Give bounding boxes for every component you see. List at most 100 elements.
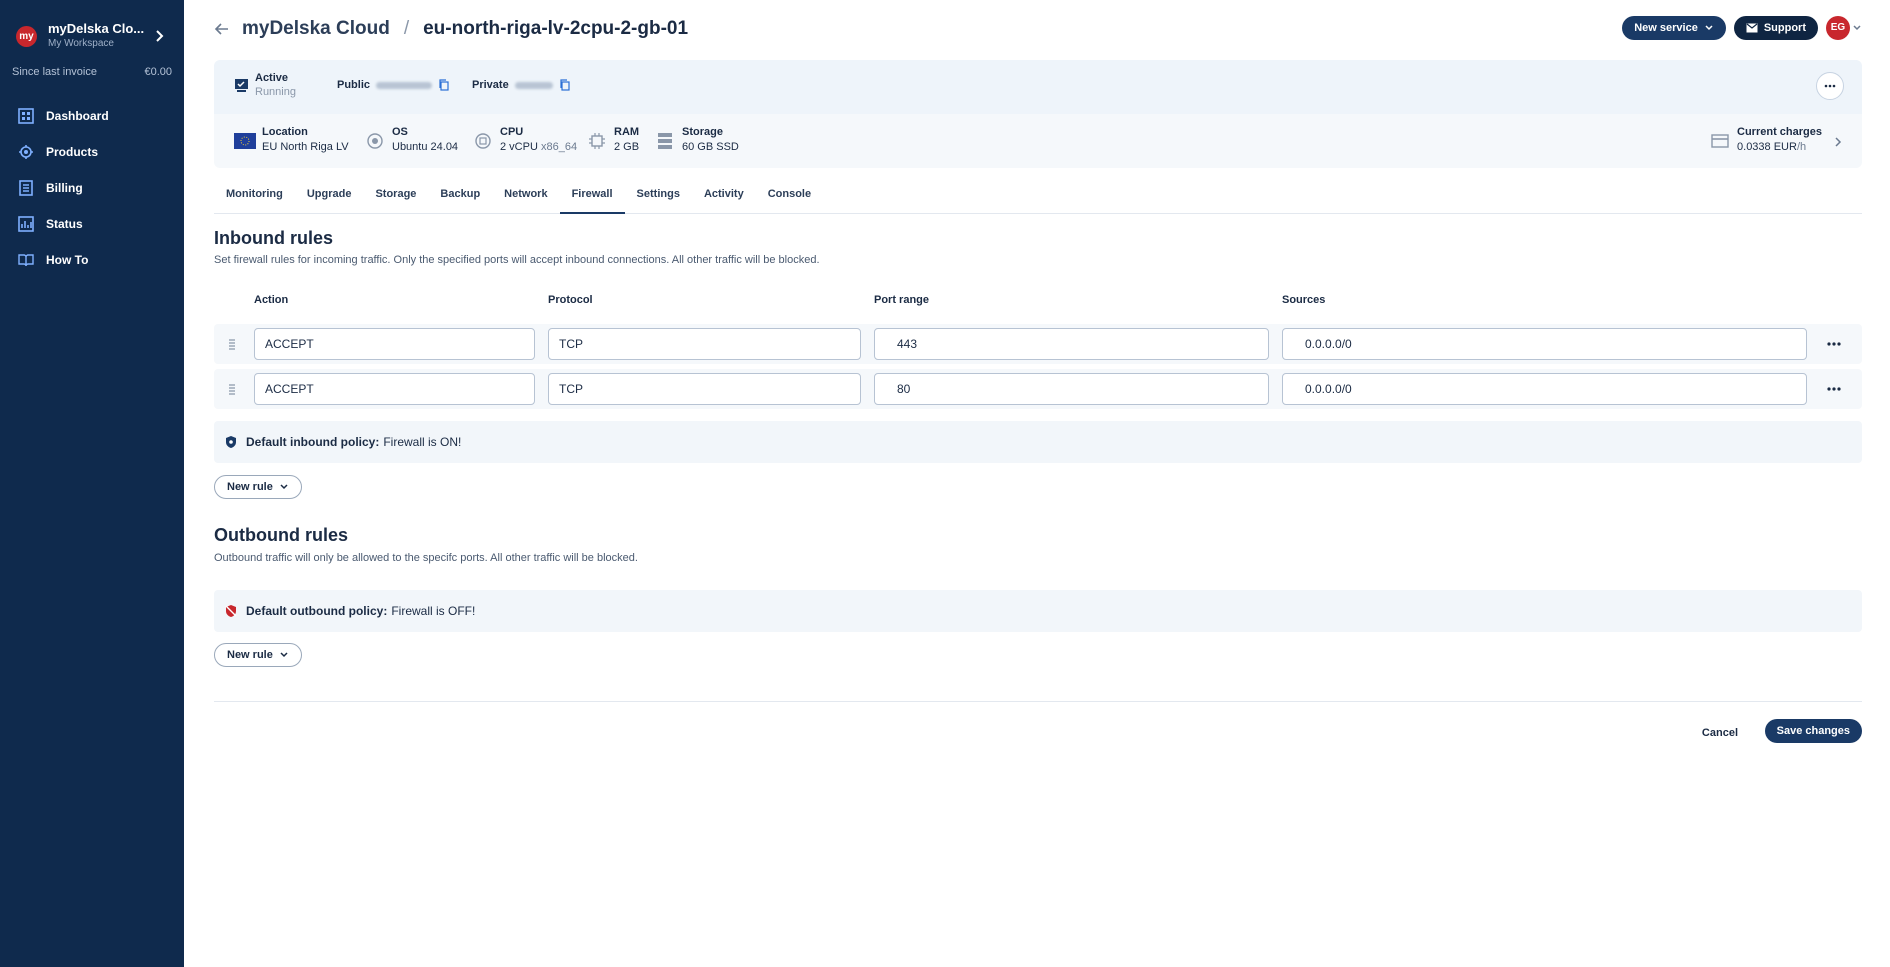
port-range-input[interactable]: 80 <box>874 373 1269 405</box>
sidebar-item-how-to[interactable]: How To <box>0 242 184 278</box>
dashboard-icon <box>18 108 34 124</box>
inbound-title: Inbound rules <box>214 228 333 248</box>
copy-icon[interactable] <box>559 79 571 91</box>
server-more-button[interactable] <box>1816 72 1844 100</box>
spec-value: 2 vCPU x86_64 <box>500 141 577 153</box>
tab-network[interactable]: Network <box>492 184 559 214</box>
protocol-select[interactable]: TCP <box>548 373 861 405</box>
sidebar-item-status[interactable]: Status <box>0 206 184 242</box>
column-sources: Sources <box>1282 294 1326 306</box>
workspace-name: myDelska Clo... <box>48 21 145 36</box>
cancel-button[interactable]: Cancel <box>1702 721 1738 745</box>
spec-label: OS <box>392 126 408 138</box>
protocol-select[interactable]: TCP <box>548 328 861 360</box>
sidebar-item-label: Status <box>46 217 83 231</box>
support-button[interactable]: Support <box>1733 16 1818 40</box>
mail-icon <box>1746 23 1758 33</box>
copy-icon[interactable] <box>438 79 450 91</box>
server-status-bar: Active Running Public Private <box>214 60 1862 114</box>
tab-console[interactable]: Console <box>756 184 823 214</box>
breadcrumb-root[interactable]: myDelska Cloud <box>242 18 390 40</box>
action-select[interactable]: ACCEPT <box>254 328 535 360</box>
spec-label: Location <box>262 126 308 138</box>
status-substate: Running <box>255 86 296 98</box>
tab-firewall[interactable]: Firewall <box>559 184 625 214</box>
tab-upgrade[interactable]: Upgrade <box>295 184 364 214</box>
billing-icon <box>19 180 33 196</box>
inbound-description: Set firewall rules for incoming traffic.… <box>214 254 820 266</box>
charges-amount: 0.0338 EUR <box>1737 141 1797 153</box>
new-service-button[interactable]: New service <box>1622 16 1726 40</box>
private-ip: Private <box>472 79 571 91</box>
eu-flag-icon <box>234 133 256 149</box>
back-arrow-icon[interactable] <box>214 21 230 37</box>
private-ip-label: Private <box>472 79 509 91</box>
charges-unit: /h <box>1796 141 1807 153</box>
spec-cpu: CPU 2 vCPU x86_64 <box>472 126 577 153</box>
chevron-down-icon <box>1705 25 1713 31</box>
products-icon <box>19 145 33 159</box>
breadcrumb-separator: / <box>403 18 410 39</box>
sidebar: my myDelska Clo... My Workspace Since la… <box>0 0 184 967</box>
table-row: ACCEPT TCP 80 0.0.0.0/0 <box>214 369 1862 409</box>
row-more-icon[interactable] <box>1824 381 1844 397</box>
drag-handle-icon[interactable] <box>227 382 237 396</box>
new-outbound-rule-button[interactable]: New rule <box>214 643 302 667</box>
spec-value: 60 GB SSD <box>682 141 739 153</box>
credit-card-icon <box>1711 134 1729 148</box>
tab-activity[interactable]: Activity <box>692 184 756 214</box>
spec-label: CPU <box>500 126 524 138</box>
chevron-right-icon <box>1835 137 1842 147</box>
status-state: Active <box>255 72 289 84</box>
new-inbound-rule-button[interactable]: New rule <box>214 475 302 499</box>
column-action: Action <box>254 294 289 306</box>
shield-off-icon <box>225 605 237 617</box>
page-title: eu-north-riga-lv-2cpu-2-gb-01 <box>423 18 689 39</box>
workspace-subtitle: My Workspace <box>48 38 114 49</box>
inbound-policy-value: Firewall is ON! <box>383 435 462 449</box>
invoice-label: Since last invoice <box>12 66 97 78</box>
outbound-description: Outbound traffic will only be allowed to… <box>214 552 638 564</box>
sources-input[interactable]: 0.0.0.0/0 <box>1282 328 1807 360</box>
outbound-title: Outbound rules <box>214 525 348 545</box>
sidebar-item-products[interactable]: Products <box>0 134 184 170</box>
spec-os: OS Ubuntu 24.04 <box>364 126 458 153</box>
inbound-policy-label: Default inbound policy: <box>246 435 380 449</box>
public-ip-redacted <box>376 81 433 89</box>
server-status-icon <box>235 79 248 92</box>
tab-backup[interactable]: Backup <box>428 184 492 214</box>
action-select[interactable]: ACCEPT <box>254 373 535 405</box>
tab-storage[interactable]: Storage <box>363 184 428 214</box>
support-label: Support <box>1763 22 1806 34</box>
spec-value: EU North Riga LV <box>262 141 349 153</box>
avatar: EG <box>1826 16 1850 40</box>
more-horizontal-icon <box>1824 84 1836 88</box>
drag-handle-icon[interactable] <box>227 337 237 351</box>
sources-input[interactable]: 0.0.0.0/0 <box>1282 373 1807 405</box>
user-menu[interactable]: EG <box>1826 16 1862 40</box>
workspace-switcher[interactable]: my myDelska Clo... My Workspace <box>12 18 172 54</box>
row-more-icon[interactable] <box>1824 336 1844 352</box>
footer-divider <box>214 701 1862 702</box>
new-service-label: New service <box>1634 22 1698 34</box>
current-charges[interactable]: Current charges 0.0338 EUR/h <box>1709 126 1844 153</box>
main-content: myDelska Cloud / eu-north-riga-lv-2cpu-2… <box>214 0 1862 967</box>
column-port-range: Port range <box>874 294 930 306</box>
tab-monitoring[interactable]: Monitoring <box>214 184 295 214</box>
new-rule-label: New rule <box>227 481 273 493</box>
public-ip-label: Public <box>337 79 371 91</box>
chevron-down-icon <box>280 652 288 658</box>
sidebar-nav: Dashboard Products Billing Status How To <box>0 98 184 278</box>
cpu-arch: x86_64 <box>540 141 578 153</box>
spec-value: Ubuntu 24.04 <box>392 141 459 153</box>
sidebar-item-dashboard[interactable]: Dashboard <box>0 98 184 134</box>
port-range-input[interactable]: 443 <box>874 328 1269 360</box>
workspace-avatar: my <box>16 26 37 47</box>
outbound-policy-banner: Default outbound policy: Firewall is OFF… <box>214 590 1862 632</box>
public-ip: Public <box>337 79 450 91</box>
save-changes-button[interactable]: Save changes <box>1764 719 1862 743</box>
sidebar-item-billing[interactable]: Billing <box>0 170 184 206</box>
tab-settings[interactable]: Settings <box>625 184 692 214</box>
outbound-policy-value: Firewall is OFF! <box>391 604 476 618</box>
sidebar-item-label: Products <box>46 145 99 159</box>
